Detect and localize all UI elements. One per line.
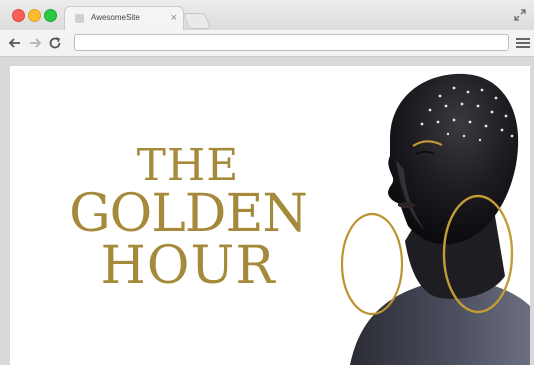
hamburger-menu-icon[interactable]: [516, 38, 530, 48]
browser-window: AwesomeSite × THE GOLDEN HOUR: [0, 0, 534, 365]
minimize-window-button[interactable]: [28, 9, 41, 22]
portrait-image: [340, 73, 530, 365]
address-bar[interactable]: [74, 34, 509, 51]
forward-button[interactable]: [26, 34, 44, 52]
close-window-button[interactable]: [12, 9, 25, 22]
title-line-hour: HOUR: [100, 236, 276, 296]
expand-icon[interactable]: [514, 9, 526, 21]
page-viewport: THE GOLDEN HOUR: [10, 66, 530, 365]
arrow-left-icon: [8, 38, 20, 48]
browser-toolbar: [0, 30, 534, 57]
title-line-golden: GOLDEN: [69, 184, 308, 244]
back-button[interactable]: [6, 34, 24, 52]
zoom-window-button[interactable]: [44, 9, 57, 22]
reload-icon: [49, 37, 61, 49]
favicon-icon: [75, 14, 84, 23]
tab-title: AwesomeSite: [91, 13, 140, 22]
reload-button[interactable]: [46, 34, 64, 52]
browser-tab[interactable]: AwesomeSite ×: [64, 6, 184, 31]
title-bar: AwesomeSite ×: [0, 0, 534, 31]
new-tab-button[interactable]: [183, 13, 211, 29]
arrow-right-icon: [30, 38, 42, 48]
hero-title: THE GOLDEN HOUR: [48, 140, 328, 296]
title-line-the: THE: [136, 140, 240, 191]
tab-close-icon[interactable]: ×: [171, 11, 177, 25]
